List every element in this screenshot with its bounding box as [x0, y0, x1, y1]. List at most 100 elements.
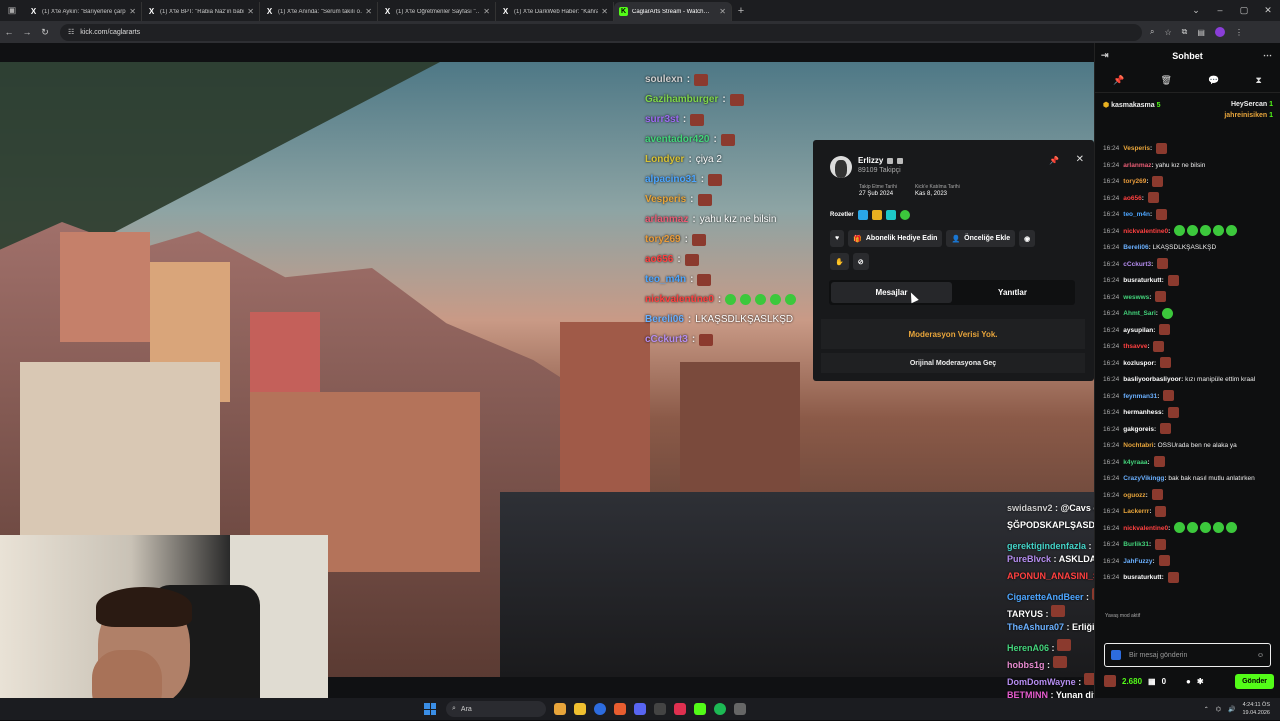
kick-taskbar-icon[interactable] [694, 703, 706, 715]
go-original-moderation-button[interactable]: Orijinal Moderasyona Geç [821, 353, 1085, 373]
chat-message[interactable]: 16:24 kozluspor: [1103, 356, 1279, 373]
channel-points[interactable]: 2.680 [1122, 677, 1142, 686]
reload-icon[interactable]: ↻ [36, 27, 54, 38]
gift-count[interactable]: 0 [1162, 677, 1166, 686]
extensions-icon[interactable]: ⧉ [1182, 27, 1188, 37]
chat-message[interactable]: 16:24 k4yraaa: [1103, 455, 1279, 472]
pin-icon[interactable]: 📌 [1049, 156, 1059, 165]
chat-message[interactable]: 16:24 tory269: [1103, 174, 1279, 191]
chat-username[interactable]: Bereli06 [1123, 244, 1148, 251]
windows-start-icon[interactable] [424, 703, 436, 715]
chat-username[interactable]: kozluspor [1123, 360, 1154, 367]
chat-message[interactable]: 16:24 thsavve: [1103, 339, 1279, 356]
maximize-button[interactable]: ▢ [1232, 5, 1256, 16]
chat-username[interactable]: tory269 [1123, 178, 1146, 185]
taskbar-app-icon[interactable] [654, 703, 666, 715]
close-icon[interactable]: ✕ [1076, 154, 1084, 165]
chat-message[interactable]: 16:24 arlanmaz: yahu kız ne bilsin [1103, 158, 1279, 175]
chat-message[interactable]: 16:24 Burlik31: [1103, 537, 1279, 554]
chat-message[interactable]: 16:24 Lackerrr: [1103, 504, 1279, 521]
chat-bubble-icon[interactable]: 💬 [1208, 75, 1219, 86]
collapse-chat-icon[interactable]: ⇥ [1101, 50, 1109, 61]
minimize-button[interactable]: – [1208, 5, 1232, 16]
chat-username[interactable]: Vesperis [1123, 145, 1150, 152]
close-tab-icon[interactable]: ✕ [365, 7, 372, 16]
tab-overview-icon[interactable]: ▣ [0, 0, 24, 21]
copy-icon[interactable] [887, 157, 894, 164]
add-priority-button[interactable]: 👤 Önceliğe Ekle [946, 230, 1016, 247]
pin-icon[interactable]: 📌 [1113, 75, 1124, 86]
emoji-icon[interactable]: ☺ [1257, 652, 1264, 659]
chat-message[interactable]: 16:24 aysupilan: [1103, 323, 1279, 340]
chat-username[interactable]: busraturkutt [1123, 277, 1161, 284]
chat-message[interactable]: 16:24 basliyoorbasliyoor: kızı manipüle e… [1103, 372, 1279, 389]
chat-message[interactable]: 16:24 hermanhess: [1103, 405, 1279, 422]
tab-replies[interactable]: Yanıtlar [952, 282, 1073, 303]
chat-message[interactable]: 16:24 nickvalentine0: [1103, 521, 1279, 538]
chat-message[interactable]: 16:24 weswws: [1103, 290, 1279, 307]
chat-username[interactable]: nickvalentine0 [1123, 525, 1168, 532]
spotify-icon[interactable] [714, 703, 726, 715]
chat-message[interactable]: 16:24 Vesperis: [1103, 141, 1279, 158]
chat-message[interactable]: 16:24 busraturkutt: [1103, 570, 1279, 587]
sidebar-icon[interactable]: ▤ [1197, 28, 1205, 37]
new-tab-button[interactable]: + [732, 5, 750, 17]
chat-username[interactable]: ao656 [1123, 195, 1141, 202]
ban-button[interactable]: ⊘ [852, 253, 869, 270]
tab-search-icon[interactable]: ⌄ [1184, 5, 1208, 16]
network-icon[interactable]: ⌬ [1216, 706, 1221, 713]
chat-username[interactable]: Nochtabri [1123, 442, 1153, 449]
heart-button[interactable]: ♥ [830, 230, 845, 247]
settings-gear-icon[interactable]: ✱ [1197, 677, 1204, 686]
tab-messages[interactable]: Mesajlar [831, 282, 952, 303]
close-tab-icon[interactable]: ✕ [483, 7, 490, 16]
chat-username[interactable]: Lackerrr [1123, 508, 1149, 515]
chat-username[interactable]: feynman31 [1123, 393, 1157, 400]
chat-message[interactable]: 16:24 oguozz: [1103, 488, 1279, 505]
chat-username[interactable]: CrazyVikingg [1123, 475, 1164, 482]
chat-username[interactable]: k4yraaa [1123, 459, 1147, 466]
chat-message[interactable]: 16:24 cCckurt3: [1103, 257, 1279, 274]
folder-icon[interactable] [574, 703, 586, 715]
chrome-icon[interactable] [594, 703, 606, 715]
browser-tab[interactable]: X (1) X'te Öğretmenler Sayfası "… ✕ [378, 2, 496, 21]
chat-username[interactable]: cCckurt3 [1123, 261, 1151, 268]
profile-avatar[interactable] [1214, 27, 1225, 37]
site-info-icon[interactable]: ☷ [68, 28, 74, 36]
volume-icon[interactable]: 🔊 [1228, 706, 1235, 713]
send-button[interactable]: Gönder [1235, 673, 1274, 689]
chat-message[interactable]: 16:24 Ahmt_Sari: [1103, 306, 1279, 323]
chat-username[interactable]: busraturkutt [1123, 574, 1161, 581]
gift-sub-button[interactable]: 🎁 Abonelik Hediye Edin [848, 230, 943, 247]
chat-input[interactable]: Bir mesaj gönderin ☺ [1104, 643, 1271, 667]
url-field[interactable]: ☷ kick.com/caglararts [60, 23, 1142, 41]
eye-button[interactable]: ◉ [1019, 230, 1036, 247]
chat-username[interactable]: nickvalentine0 [1123, 228, 1168, 235]
chat-message[interactable]: 16:24 teo_m4n: [1103, 207, 1279, 224]
chat-username[interactable]: hermanhess [1123, 409, 1161, 416]
chat-username[interactable]: Burlik31 [1123, 541, 1149, 548]
chat-username[interactable]: aysupilan [1123, 327, 1153, 334]
chat-message[interactable]: 16:24 gakgoreis: [1103, 422, 1279, 439]
chat-message[interactable]: 16:24 Nochtabri: OSSUrada ben ne alaka ya [1103, 438, 1279, 455]
timeout-button[interactable]: ✋ [830, 253, 849, 270]
chat-message[interactable]: 16:24 feynman31: [1103, 389, 1279, 406]
menu-icon[interactable]: ⋮ [1235, 28, 1243, 37]
browser-tab[interactable]: X (1) X'te Anında: "Serum takılı o… ✕ [260, 2, 378, 21]
close-tab-icon[interactable]: ✕ [601, 7, 608, 16]
chat-username[interactable]: teo_m4n [1123, 211, 1150, 218]
chat-message[interactable]: 16:24 busraturkutt: [1103, 273, 1279, 290]
chat-username[interactable]: oguozz [1123, 492, 1145, 499]
trash-icon[interactable]: 🗑 [1161, 75, 1172, 86]
chat-username[interactable]: Ahmt_Sari [1123, 310, 1156, 317]
chat-username[interactable]: arlanmaz [1123, 162, 1151, 169]
close-tab-icon[interactable]: ✕ [129, 7, 136, 16]
close-tab-icon[interactable]: ✕ [719, 7, 726, 16]
browser-tab[interactable]: X (1) X'te DarkWeb Haber: "Kahra… ✕ [496, 2, 614, 21]
taskbar-app-icon[interactable] [674, 703, 686, 715]
browser-tab[interactable]: X (1) X'te Aykırı: "Bariyerlere çarp… ✕ [24, 2, 142, 21]
browser-tab[interactable]: X (1) X'te BPT: "Rabia Naz'ın babı… ✕ [142, 2, 260, 21]
chat-username[interactable]: JahFuzzy [1123, 558, 1152, 565]
chat-bubble-icon[interactable]: ● [1186, 677, 1191, 686]
chat-message[interactable]: 16:24 nickvalentine0: [1103, 224, 1279, 241]
